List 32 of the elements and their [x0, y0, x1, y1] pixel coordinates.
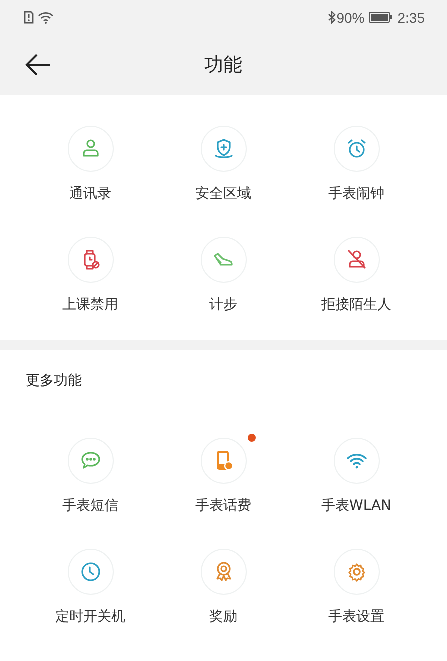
feature-button[interactable] — [334, 237, 380, 283]
feature-label[interactable]: 手表话费 — [196, 497, 252, 515]
bluetooth-icon — [328, 11, 336, 24]
feature-button[interactable] — [68, 237, 114, 283]
feature-button[interactable] — [200, 549, 246, 595]
feature-button[interactable] — [334, 549, 380, 595]
clock-icon — [78, 560, 102, 584]
feature-label[interactable]: 手表WLAN — [321, 497, 392, 515]
feature-button[interactable] — [200, 126, 246, 172]
sim-alert-icon — [24, 11, 34, 24]
feature-label[interactable]: 拒接陌生人 — [322, 296, 392, 314]
feature-label[interactable]: 手表短信 — [62, 497, 118, 515]
feature-label[interactable]: 手表闹钟 — [328, 185, 384, 203]
feature-label[interactable]: 安全区域 — [196, 185, 252, 203]
feature-button[interactable] — [200, 237, 246, 283]
page-title: 功能 — [204, 53, 242, 78]
feature-label[interactable]: 通讯录 — [70, 185, 112, 203]
feature-button[interactable] — [68, 126, 114, 172]
feature-label[interactable]: 定时开关机 — [56, 608, 126, 626]
battery-percentage: 90% — [336, 10, 365, 26]
feature-button[interactable] — [68, 549, 114, 595]
section-title: 更多功能 — [25, 372, 83, 390]
feature-label[interactable]: 手表设置 — [328, 608, 384, 626]
wifi-icon — [38, 12, 54, 24]
feature-button[interactable] — [334, 126, 380, 172]
feature-label[interactable]: 奖励 — [210, 608, 238, 626]
feature-label[interactable]: 计步 — [210, 296, 238, 314]
feature-button[interactable] — [334, 438, 380, 484]
feature-button[interactable] — [68, 438, 114, 484]
battery-icon — [368, 12, 393, 23]
feature-label[interactable]: 上课禁用 — [62, 296, 118, 314]
clock-time: 2:35 — [398, 10, 425, 26]
